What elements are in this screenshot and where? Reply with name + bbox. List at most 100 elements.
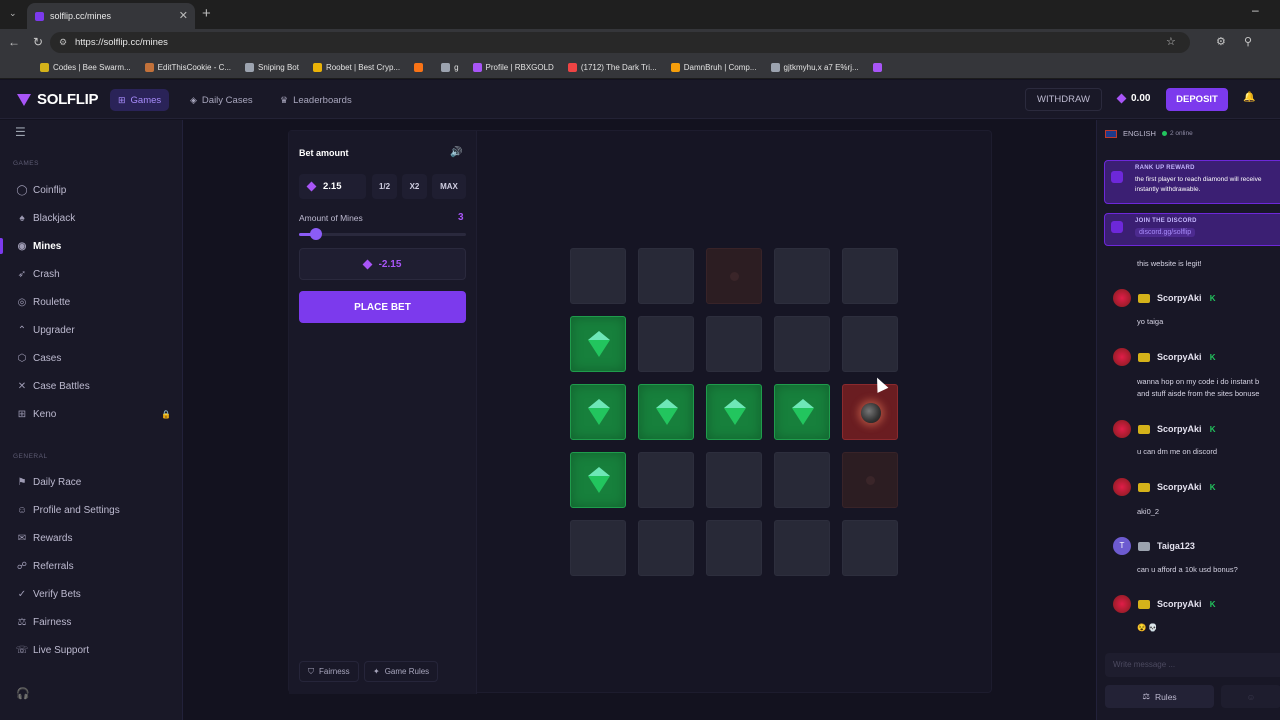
place-bet-button[interactable]: PLACE BET: [299, 291, 466, 323]
sidebar-item-rewards[interactable]: ✉ Rewards: [0, 527, 183, 549]
emoji-button[interactable]: ☺: [1221, 685, 1280, 708]
bookmark-item[interactable]: Codes | Bee Swarm...: [40, 62, 131, 72]
sidebar-item-crash[interactable]: ➶ Crash: [0, 263, 183, 285]
chat-input[interactable]: Write message ...: [1105, 653, 1280, 677]
menu-icon[interactable]: ☰: [15, 125, 26, 139]
mine-tile-empty[interactable]: [842, 520, 898, 576]
sidebar-item-case-battles[interactable]: ✕ Case Battles: [0, 375, 183, 397]
mine-tile-gem[interactable]: [570, 384, 626, 440]
chat-rules-button[interactable]: ⚖ Rules: [1105, 685, 1214, 708]
sidebar-item-live-support[interactable]: ☏ Live Support: [0, 639, 183, 661]
bookmark-item[interactable]: Profile | RBXGOLD: [472, 62, 554, 72]
mine-tile-empty[interactable]: [774, 248, 830, 304]
game-rules-button[interactable]: ✦ Game Rules: [364, 661, 439, 682]
sidebar-item-upgrader[interactable]: ⌃ Upgrader: [0, 319, 183, 341]
reload-icon[interactable]: ↻: [33, 35, 43, 49]
bookmark-item[interactable]: EditThisCookie - C...: [144, 62, 231, 72]
avatar[interactable]: [1113, 420, 1131, 438]
tab-list-icon[interactable]: ⌄: [9, 8, 17, 19]
nav-games[interactable]: ⊞ Games: [110, 89, 170, 111]
sidebar-item-cases[interactable]: ⬡ Cases: [0, 347, 183, 369]
avatar[interactable]: [1113, 595, 1131, 613]
new-tab-icon[interactable]: +: [202, 5, 211, 22]
solflip-logo[interactable]: SOLFLIP: [17, 91, 99, 108]
max-bet-button[interactable]: MAX: [432, 174, 466, 199]
mine-tile-empty[interactable]: [842, 248, 898, 304]
mine-tile-gem[interactable]: [570, 452, 626, 508]
bookmark-item[interactable]: Sniping Bot: [245, 62, 299, 72]
sidebar-item-referrals[interactable]: ☍ Referrals: [0, 555, 183, 577]
close-tab-icon[interactable]: ✕: [179, 9, 188, 22]
mine-tile-gem[interactable]: [774, 384, 830, 440]
bookmark-item[interactable]: g: [441, 62, 459, 72]
sidebar-item-blackjack[interactable]: ♠ Blackjack: [0, 207, 183, 229]
mines-slider-knob[interactable]: [309, 228, 322, 240]
bookmark-item[interactable]: [414, 62, 427, 72]
rank-up-promo[interactable]: RANK UP REWARD the first player to reach…: [1104, 160, 1280, 204]
chat-username[interactable]: ScorpyAki: [1157, 293, 1202, 303]
bookmark-item[interactable]: [872, 62, 886, 72]
sidebar-toggle-icon[interactable]: ⚲: [1244, 35, 1252, 48]
mine-tile-empty[interactable]: [638, 316, 694, 372]
sidebar-item-mines[interactable]: ◉ Mines: [0, 235, 183, 257]
notification-bell-icon[interactable]: 🔔: [1243, 92, 1255, 103]
sidebar-item-coinflip[interactable]: ◯ Coinflip: [0, 179, 183, 201]
bookmark-item[interactable]: Roobet | Best Cryp...: [312, 62, 400, 72]
sidebar-item-daily-race[interactable]: ⚑ Daily Race: [0, 471, 183, 493]
mine-tile-faded[interactable]: [706, 248, 762, 304]
browser-tab[interactable]: solflip.cc/mines ✕: [27, 3, 195, 29]
mine-tile-empty[interactable]: [638, 520, 694, 576]
bookmark-item[interactable]: gjtkmyhu,x a7 E%rj...: [770, 62, 859, 72]
double-bet-button[interactable]: X2: [402, 174, 427, 199]
mine-tile-empty[interactable]: [774, 452, 830, 508]
minimize-window-icon[interactable]: –: [1252, 3, 1259, 17]
bookmark-item[interactable]: (1712) The Dark Tri...: [567, 62, 657, 72]
mine-tile-empty[interactable]: [706, 452, 762, 508]
sound-icon[interactable]: 🔊: [450, 147, 462, 158]
withdraw-button[interactable]: WITHDRAW: [1025, 88, 1102, 111]
mine-tile-gem[interactable]: [706, 384, 762, 440]
address-bar[interactable]: ⚙ https://solflip.cc/mines: [50, 32, 1190, 53]
discord-link[interactable]: discord.gg/solflip: [1135, 228, 1196, 237]
discord-promo[interactable]: JOIN THE DISCORD discord.gg/solflip: [1104, 213, 1280, 246]
nav-leaderboards[interactable]: ♛ Leaderboards: [272, 89, 360, 111]
mine-tile-empty[interactable]: [706, 316, 762, 372]
avatar[interactable]: [1113, 289, 1131, 307]
bookmark-item[interactable]: DamnBruh | Comp...: [670, 62, 757, 72]
sidebar-item-roulette[interactable]: ◎ Roulette: [0, 291, 183, 313]
fairness-button[interactable]: ⛉ Fairness: [299, 661, 359, 682]
avatar[interactable]: T: [1113, 537, 1131, 555]
nav-daily-cases[interactable]: ◈ Daily Cases: [182, 89, 261, 111]
bet-amount-input[interactable]: 2.15: [299, 174, 366, 199]
mine-tile-gem[interactable]: [570, 316, 626, 372]
mine-tile-empty[interactable]: [638, 248, 694, 304]
mine-tile-gem[interactable]: [638, 384, 694, 440]
mine-tile-empty[interactable]: [774, 316, 830, 372]
site-info-icon[interactable]: ⚙: [59, 32, 67, 53]
bookmark-star-icon[interactable]: ☆: [1166, 35, 1176, 48]
mine-tile-empty[interactable]: [706, 520, 762, 576]
sidebar-item-verify-bets[interactable]: ✓ Verify Bets: [0, 583, 183, 605]
back-icon[interactable]: ←: [8, 35, 20, 49]
mine-tile-empty[interactable]: [570, 248, 626, 304]
language-selector[interactable]: ENGLISH 2 online: [1105, 129, 1193, 138]
mine-tile-empty[interactable]: [570, 520, 626, 576]
deposit-button[interactable]: DEPOSIT: [1166, 88, 1228, 111]
chat-username[interactable]: ScorpyAki: [1157, 482, 1202, 492]
extensions-icon[interactable]: ⚙: [1216, 35, 1226, 48]
half-bet-button[interactable]: 1/2: [372, 174, 397, 199]
sidebar-item-keno[interactable]: ⊞ Keno 🔒: [0, 403, 183, 425]
mine-tile-empty[interactable]: [842, 316, 898, 372]
mine-tile-mine[interactable]: [842, 384, 898, 440]
mines-slider[interactable]: [299, 228, 466, 240]
sidebar-item-fairness[interactable]: ⚖ Fairness: [0, 611, 183, 633]
chat-username[interactable]: ScorpyAki: [1157, 352, 1202, 362]
mine-tile-empty[interactable]: [638, 452, 694, 508]
mine-tile-empty[interactable]: [774, 520, 830, 576]
mine-tile-faded[interactable]: [842, 452, 898, 508]
avatar[interactable]: [1113, 478, 1131, 496]
chat-username[interactable]: ScorpyAki: [1157, 424, 1202, 434]
avatar[interactable]: [1113, 348, 1131, 366]
chat-username[interactable]: Taiga123: [1157, 541, 1195, 551]
headset-icon[interactable]: 🎧: [8, 687, 38, 707]
